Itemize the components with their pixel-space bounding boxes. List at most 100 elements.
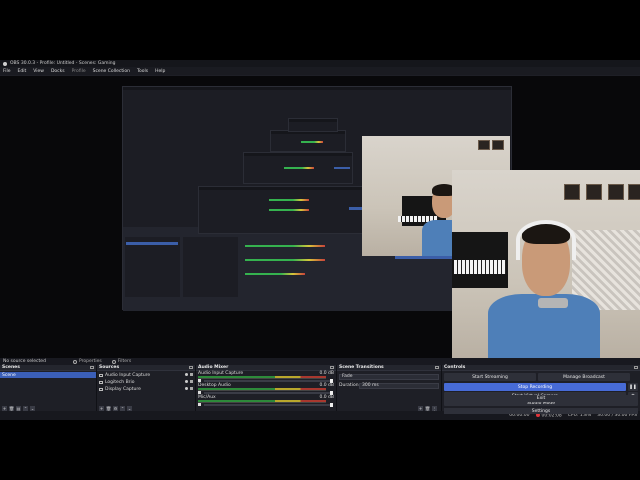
nested-obs-window-4 <box>270 130 346 152</box>
audio-mixer-title: Audio Mixer <box>198 365 229 370</box>
source-toolbar: No source selected Properties Filters <box>0 358 640 365</box>
undock-icon[interactable] <box>90 366 94 369</box>
pause-recording-button[interactable]: ❚❚ <box>628 383 638 391</box>
camera-icon <box>99 380 103 384</box>
scenes-title: Scenes <box>2 365 20 370</box>
scene-transitions-dock: Scene Transitions Fade Duration 300 ms +… <box>337 365 441 411</box>
nested-obs-window-5 <box>288 118 338 132</box>
video-letterbox-bottom: Settings <box>0 408 640 480</box>
recording-time: 00:02:08 <box>541 413 562 419</box>
transition-type-select[interactable]: Fade <box>339 373 439 380</box>
monitor-icon <box>99 387 103 391</box>
preview-canvas[interactable] <box>0 76 640 358</box>
microphone-icon <box>99 373 103 377</box>
add-transition-button[interactable]: + <box>418 405 423 411</box>
move-scene-down-button[interactable]: ⌄ <box>30 405 35 411</box>
source-item-label: Audio Input Capture <box>105 372 151 378</box>
mixer-channel: Mic/Aux 0.0 dB <box>196 395 336 407</box>
webcam-feed <box>452 170 640 358</box>
volume-slider[interactable] <box>204 391 333 395</box>
speaker-icon[interactable] <box>198 403 201 406</box>
obs-logo-icon <box>3 61 7 66</box>
start-streaming-button[interactable]: Start Streaming <box>444 373 536 381</box>
title-bar: OBS 30.0.3 - Profile: Untitled - Scenes:… <box>0 60 640 67</box>
controls-dock: Controls Start Streaming Manage Broadcas… <box>442 365 640 411</box>
scene-filters-button[interactable]: ▤ <box>16 405 21 411</box>
mixer-channel: Desktop Audio 0.0 dB <box>196 383 336 395</box>
source-item[interactable]: Logitech Brio <box>97 379 195 385</box>
scene-item[interactable]: Scene <box>0 372 96 378</box>
eye-icon[interactable] <box>185 380 188 383</box>
volume-slider[interactable] <box>204 403 333 407</box>
transition-menu-button[interactable]: ⋮ <box>432 405 437 411</box>
scene-transitions-dock-header: Scene Transitions <box>337 365 441 371</box>
no-source-selected-label: No source selected <box>3 359 46 364</box>
undock-icon[interactable] <box>330 366 334 369</box>
nested-obs-window-2 <box>198 186 368 234</box>
move-scene-up-button[interactable]: ⌃ <box>23 405 28 411</box>
filter-icon <box>111 359 116 364</box>
lock-icon[interactable] <box>190 387 193 390</box>
menu-scene-collection[interactable]: Scene Collection <box>93 69 130 74</box>
menu-file[interactable]: File <box>3 69 11 74</box>
menu-view[interactable]: View <box>33 69 44 74</box>
scenes-dock: Scenes Scene + 🗑 ▤ ⌃ ⌄ <box>0 365 96 411</box>
volume-slider[interactable] <box>204 379 333 383</box>
menu-bar: File Edit View Docks Profile Scene Colle… <box>0 67 640 75</box>
speaker-icon[interactable] <box>198 391 201 394</box>
scene-transitions-title: Scene Transitions <box>339 365 384 370</box>
undock-icon[interactable] <box>435 366 439 369</box>
menu-help[interactable]: Help <box>155 69 165 74</box>
filters-label: Filters <box>117 359 132 364</box>
display-capture-recursive-preview <box>0 76 640 358</box>
sources-title: Sources <box>99 365 120 370</box>
source-properties-button[interactable]: ⚙ <box>113 405 118 411</box>
menu-edit[interactable]: Edit <box>18 69 27 74</box>
lock-icon[interactable] <box>190 373 193 376</box>
level-meter <box>198 390 326 391</box>
scenes-dock-header: Scenes <box>0 365 96 371</box>
remove-transition-button[interactable]: 🗑 <box>425 405 430 411</box>
stop-recording-button[interactable]: Stop Recording <box>444 383 626 391</box>
source-item[interactable]: Audio Input Capture <box>97 372 195 378</box>
menu-tools[interactable]: Tools <box>137 69 148 74</box>
settings-button[interactable]: Settings <box>444 408 638 414</box>
speaker-icon[interactable] <box>198 379 201 382</box>
move-source-up-button[interactable]: ⌃ <box>120 405 125 411</box>
properties-button[interactable]: Properties <box>73 359 102 364</box>
level-meter <box>198 378 326 379</box>
undock-icon[interactable] <box>634 366 638 369</box>
obs-window: OBS 30.0.3 - Profile: Untitled - Scenes:… <box>0 60 640 420</box>
remove-scene-button[interactable]: 🗑 <box>9 405 14 411</box>
eye-icon[interactable] <box>185 373 188 376</box>
source-item-label: Logitech Brio <box>105 379 135 385</box>
undock-icon[interactable] <box>189 366 193 369</box>
remove-source-button[interactable]: 🗑 <box>106 405 111 411</box>
source-item[interactable]: Display Capture <box>97 386 195 392</box>
duration-input[interactable]: 300 ms <box>359 382 439 389</box>
nested-obs-window-3 <box>243 152 353 184</box>
exit-button[interactable]: Exit <box>444 395 638 402</box>
filters-button[interactable]: Filters <box>111 359 132 364</box>
video-letterbox-top <box>0 0 640 60</box>
dock-row: Scenes Scene + 🗑 ▤ ⌃ ⌄ Sources Audio Inp… <box>0 365 640 411</box>
move-source-down-button[interactable]: ⌄ <box>127 405 132 411</box>
controls-title: Controls <box>444 365 466 370</box>
add-source-button[interactable]: + <box>99 405 104 411</box>
manage-broadcast-button[interactable]: Manage Broadcast <box>538 373 630 381</box>
eye-icon[interactable] <box>185 387 188 390</box>
sources-dock: Sources Audio Input Capture Logitech Bri… <box>97 365 195 411</box>
menu-docks[interactable]: Docks <box>51 69 65 74</box>
sources-dock-header: Sources <box>97 365 195 371</box>
add-scene-button[interactable]: + <box>2 405 7 411</box>
window-title: OBS 30.0.3 - Profile: Untitled - Scenes:… <box>10 61 116 66</box>
source-item-label: Display Capture <box>105 386 141 392</box>
properties-label: Properties <box>79 359 102 364</box>
menu-profile[interactable]: Profile <box>72 69 86 74</box>
duration-label: Duration <box>339 383 359 388</box>
lock-icon[interactable] <box>190 380 193 383</box>
gear-icon <box>73 359 77 364</box>
volume-slider-handle[interactable] <box>330 403 333 407</box>
audio-mixer-dock: Audio Mixer Audio Input Capture 0.0 dB De… <box>196 365 336 411</box>
mixer-channel: Audio Input Capture 0.0 dB <box>196 371 336 383</box>
